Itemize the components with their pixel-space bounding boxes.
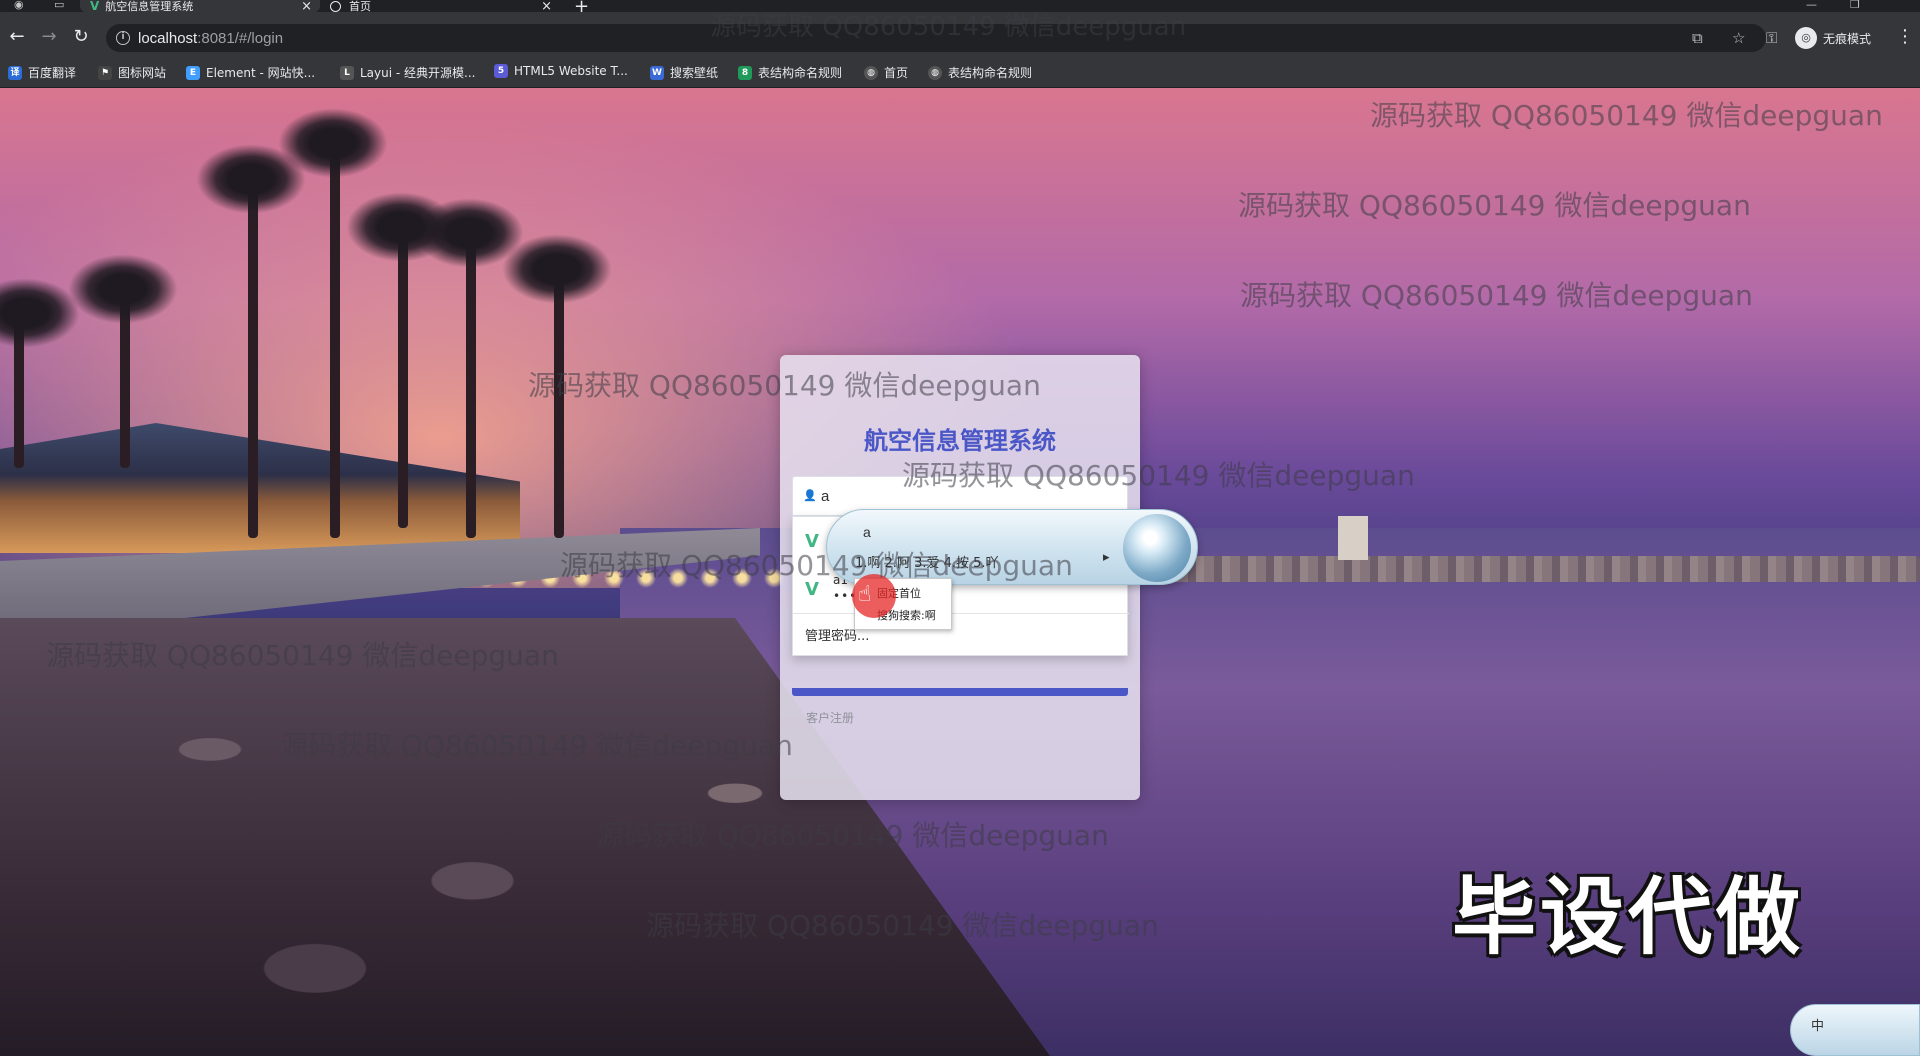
bookmark-label: 百度翻译 [28, 66, 77, 80]
profile-label: 无痕模式 [1823, 31, 1872, 46]
palm-tree [330, 148, 340, 538]
bookmark-item[interactable]: 5 HTML5 Website T... [494, 64, 628, 78]
bookmark-label: 表结构命名规则 [948, 66, 1033, 80]
palm-tree [248, 178, 258, 538]
element-icon: E [186, 65, 200, 80]
bookmark-item[interactable]: ◍ 表结构命名规则 [928, 64, 1032, 81]
bookmark-item[interactable]: W 搜索壁纸 [650, 64, 718, 81]
palm-tree [466, 238, 476, 538]
ime-skin-orb [1123, 514, 1191, 582]
palm-frond [278, 108, 388, 178]
reload-icon[interactable]: ↻ [68, 24, 94, 50]
bookmark-item[interactable]: ⚑ 图标网站 [98, 64, 166, 81]
tab-search-icon[interactable]: ▭ [54, 0, 64, 11]
watermark: 源码获取 QQ86050149 微信deepguan [1370, 99, 1883, 132]
bookmark-label: 表结构命名规则 [758, 66, 843, 80]
bookmark-label: 首页 [884, 66, 909, 80]
restore-icon[interactable]: ❐ [1850, 0, 1860, 11]
user-icon: 👤 [803, 489, 817, 502]
register-link[interactable]: 客户注册 [806, 709, 854, 726]
watermark: 源码获取 QQ86050149 微信deepguan [280, 729, 793, 762]
palm-frond [502, 234, 612, 304]
globe-icon: ◍ [864, 65, 878, 80]
bookmarks-bar: 译百度翻译 ⚑ 图标网站 E Element - 网站快... L Layui - 经… [0, 58, 1920, 88]
bookmark-label: HTML5 Website T... [514, 64, 628, 78]
tab-login[interactable]: V 航空信息管理系统 × [80, 0, 320, 14]
flag-icon: ⚑ [98, 65, 112, 80]
baidu-translate-icon: 译 [8, 65, 22, 80]
watermark: 源码获取 QQ86050149 微信deepguan [710, 12, 1187, 42]
chrome-menu-icon[interactable]: ◉ [14, 0, 24, 11]
login-button[interactable] [792, 688, 1128, 696]
more-menu-icon[interactable]: ⋮ [1896, 26, 1914, 47]
bookmark-label: 搜索壁纸 [670, 66, 719, 80]
layui-icon: L [340, 65, 354, 80]
bookmark-item[interactable]: E Element - 网站快... [186, 64, 315, 81]
palm-tree [398, 228, 408, 528]
bookmark-label: 图标网站 [118, 66, 167, 80]
watermark: 源码获取 QQ86050149 微信deepguan [596, 819, 1109, 852]
bookmark-item[interactable]: L Layui - 经典开源模... [340, 64, 475, 81]
breakwater [1100, 556, 1920, 582]
bookmark-label: Layui - 经典开源模... [360, 66, 476, 80]
minimize-icon[interactable]: — [1806, 0, 1817, 11]
watermark: 源码获取 QQ86050149 微信deepguan [1240, 279, 1753, 312]
url-text[interactable]: localhost:8081/#/login [138, 30, 283, 47]
forward-arrow-icon[interactable]: → [36, 24, 62, 50]
watermark: 源码获取 QQ86050149 微信deepguan [1238, 189, 1751, 222]
page-title: 航空信息管理系统 [864, 427, 1056, 455]
palm-frond [68, 254, 178, 324]
bookmark-label: Element - 网站快... [206, 66, 316, 80]
bookmark-item[interactable]: 译百度翻译 [8, 64, 76, 81]
info-icon[interactable]: i [116, 31, 130, 45]
incognito-profile[interactable]: ◎ 无痕模式 [1795, 27, 1871, 49]
ime-mode-label: 中 [1811, 1019, 1825, 1034]
back-arrow-icon[interactable]: ← [4, 24, 30, 50]
watermark: 源码获取 QQ86050149 微信deepguan [902, 459, 1415, 492]
chevron-right-icon[interactable]: ▸ [1103, 550, 1110, 565]
wallpaper-icon: W [650, 65, 664, 80]
star-icon[interactable]: ☆ [1732, 29, 1745, 47]
lighthouse [1338, 516, 1368, 560]
table-icon: 8 [738, 65, 752, 80]
key-icon[interactable]: ⚿ [1766, 29, 1777, 47]
globe-icon [330, 0, 341, 12]
divider [793, 613, 1129, 614]
incognito-icon: ◎ [1795, 27, 1817, 49]
html5-icon: 5 [494, 64, 508, 78]
globe-icon: ◍ [928, 65, 942, 80]
ime-composition: a [863, 524, 871, 540]
translate-icon[interactable]: ⧉ [1692, 29, 1703, 47]
bookmark-item[interactable]: 8 表结构命名规则 [738, 64, 842, 81]
ime-status-tray[interactable]: 中 [1790, 1004, 1920, 1056]
url-host: localhost [138, 30, 198, 47]
url-path: :8081/#/login [197, 30, 284, 47]
promo-overlay-text: 毕设代做 [1452, 868, 1805, 966]
watermark: 源码获取 QQ86050149 微信deepguan [46, 639, 559, 672]
bookmark-item[interactable]: ◍ 首页 [864, 64, 908, 81]
watermark: 源码获取 QQ86050149 微信deepguan [528, 369, 1041, 402]
watermark: 源码获取 QQ86050149 微信deepguan [646, 909, 1159, 942]
hand-cursor-icon: ☝ [858, 582, 872, 607]
tab-home[interactable]: 首页 × [320, 0, 560, 14]
watermark: 源码获取 QQ86050149 微信deepguan [560, 549, 1073, 582]
